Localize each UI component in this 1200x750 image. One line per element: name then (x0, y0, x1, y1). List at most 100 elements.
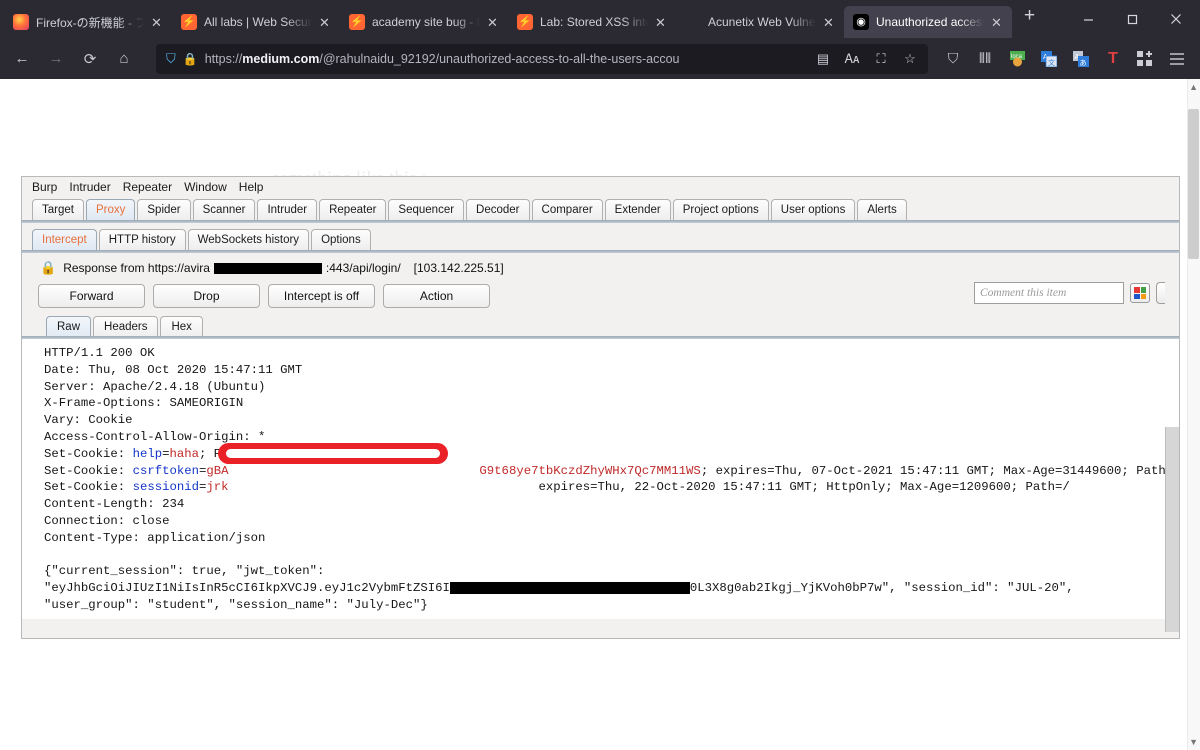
scroll-up-arrow-icon[interactable]: ▲ (1189, 82, 1198, 92)
menu-item-window[interactable]: Window (184, 180, 227, 194)
swatch-red (1134, 287, 1140, 293)
tab-title: Lab: Stored XSS into H (540, 15, 648, 29)
tab-project-options[interactable]: Project options (672, 199, 769, 220)
browser-tab-3[interactable]: ⚡ academy site bug - Bu ✕ (340, 6, 508, 38)
star-icon[interactable]: ☆ (899, 51, 921, 67)
browser-tab-2[interactable]: ⚡ All labs | Web Security ✕ (172, 6, 340, 38)
comment-input[interactable]: Comment this item (974, 282, 1124, 304)
reader-view-icon[interactable]: ▤ (812, 51, 834, 67)
tab-title: Unauthorized access to (876, 15, 984, 29)
close-icon[interactable] (1154, 0, 1198, 38)
tab-options[interactable]: Options (311, 229, 371, 250)
close-icon[interactable]: ✕ (823, 16, 837, 29)
tab-spider[interactable]: Spider (137, 199, 191, 220)
library-icon[interactable]: ⦀⦀ (970, 44, 1000, 74)
close-icon[interactable]: ✕ (151, 16, 165, 29)
action-button[interactable]: Action (383, 284, 490, 308)
hamburger-menu-icon[interactable] (1162, 44, 1192, 74)
tab-decoder[interactable]: Decoder (466, 199, 530, 220)
close-icon[interactable]: ✕ (319, 16, 333, 29)
tab-comparer[interactable]: Comparer (531, 199, 603, 220)
response-status-line: HTTP/1.1 200 OK (44, 346, 155, 360)
burp-response-scrollbar[interactable] (1165, 427, 1179, 638)
tab-extender[interactable]: Extender (604, 199, 671, 220)
padlock-icon[interactable]: 🔒 (183, 52, 198, 66)
page-scrollbar[interactable]: ▲ ▼ (1187, 79, 1200, 750)
browser-tab-4[interactable]: ⚡ Lab: Stored XSS into H ✕ (508, 6, 676, 38)
menu-item-burp[interactable]: Burp (32, 180, 57, 194)
intercept-button-row: Forward Drop Intercept is off Action Com… (22, 282, 1179, 314)
home-icon[interactable]: ⌂ (108, 44, 140, 74)
cookie-tail: ; expires=Thu, 07-Oct-2021 15:47:11 GMT;… (700, 463, 1179, 478)
scroll-down-arrow-icon[interactable]: ▼ (1189, 737, 1198, 747)
svg-text:あ: あ (1080, 59, 1087, 67)
tab-alerts[interactable]: Alerts (857, 199, 907, 220)
tab-sequencer[interactable]: Sequencer (388, 199, 465, 220)
tab-raw[interactable]: Raw (46, 316, 92, 336)
new-tab-button[interactable]: + (1012, 5, 1047, 33)
close-icon[interactable]: ✕ (991, 16, 1005, 29)
maximize-icon[interactable] (1110, 0, 1154, 38)
close-icon[interactable]: ✕ (655, 16, 669, 29)
url-bar[interactable]: ⛉ 🔒 https://medium.com/@rahulnaidu_92192… (156, 43, 928, 74)
navigation-toolbar: ← → ⟳ ⌂ ⛉ 🔒 https://medium.com/@rahulnai… (0, 38, 1200, 79)
color-swatch-icon[interactable] (1130, 283, 1150, 303)
comment-area: Comment this item (974, 282, 1165, 304)
intercept-toggle-button[interactable]: Intercept is off (268, 284, 375, 308)
shield-icon[interactable]: ⛉ (166, 51, 176, 67)
tab-http-history[interactable]: HTTP history (98, 229, 186, 250)
menu-item-help[interactable]: Help (239, 180, 264, 194)
back-arrow-icon[interactable]: ← (6, 44, 38, 74)
reload-icon[interactable]: ⟳ (74, 44, 106, 74)
tab-intercept[interactable]: Intercept (32, 229, 97, 250)
cookie-tail: expires=Thu, 22-Oct-2020 15:47:11 GMT; H… (538, 480, 1070, 495)
translator-icon[interactable]: A文 (1034, 44, 1064, 74)
response-header-content-length: Content-Length: 234 (44, 497, 185, 512)
request-prefix: Response from https://avira (63, 261, 210, 275)
cookie-value-start: gBA (206, 463, 229, 478)
close-icon[interactable]: ✕ (487, 16, 501, 29)
overflow-control[interactable] (1156, 282, 1165, 304)
swatch-blue (1134, 293, 1140, 299)
tab-websockets-history[interactable]: WebSockets history (187, 229, 310, 250)
tab-user-options[interactable]: User options (770, 199, 856, 220)
tab-hex[interactable]: Hex (160, 316, 203, 336)
tab-headers[interactable]: Headers (93, 316, 159, 336)
response-header-vary: Vary: Cookie (44, 413, 133, 428)
tab-title: Acunetix Web Vulnerability (708, 15, 816, 29)
pocket-icon[interactable]: ⛉ (938, 44, 968, 74)
tab-intruder[interactable]: Intruder (257, 199, 318, 220)
tab-scanner[interactable]: Scanner (192, 199, 256, 220)
forward-button[interactable]: Forward (38, 284, 145, 308)
screenshot-icon[interactable]: ⛶ (870, 51, 892, 67)
menu-item-intruder[interactable]: Intruder (69, 180, 110, 194)
tab-proxy[interactable]: Proxy (85, 199, 136, 220)
swatch-orange (1140, 293, 1146, 299)
minimize-icon[interactable] (1066, 0, 1110, 38)
text-tool-icon[interactable]: T (1098, 44, 1128, 74)
tab-divider (22, 220, 1179, 223)
tab-target[interactable]: Target (32, 199, 84, 220)
locast-icon[interactable]: loca (1002, 44, 1032, 74)
response-body-viewer[interactable]: HTTP/1.1 200 OK Date: Thu, 08 Oct 2020 1… (22, 339, 1179, 619)
drop-button[interactable]: Drop (153, 284, 260, 308)
forward-arrow-icon[interactable]: → (40, 44, 72, 74)
response-header-date: Date: Thu, 08 Oct 2020 15:47:11 GMT (44, 362, 303, 377)
extensions-grid-icon[interactable] (1130, 44, 1160, 74)
url-text[interactable]: https://medium.com/@rahulnaidu_92192/una… (205, 52, 805, 66)
padlock-icon: 🔒 (40, 260, 57, 275)
tab-strip: Firefox-の新機能 - プラィ ✕ ⚡ All labs | Web Se… (0, 0, 1200, 38)
dictionary-icon[interactable]: Aあ (1066, 44, 1096, 74)
menu-item-repeater[interactable]: Repeater (123, 180, 172, 194)
browser-tab-1[interactable]: Firefox-の新機能 - プラィ ✕ (4, 6, 172, 38)
intercepted-request-line: 🔒 Response from https://avira :443/api/l… (22, 253, 1179, 282)
svg-text:文: 文 (1048, 58, 1055, 67)
translate-icon[interactable]: 🗛 (841, 51, 863, 67)
scrollbar-thumb[interactable] (1188, 109, 1199, 259)
browser-tab-6-active[interactable]: ◉ Unauthorized access to ✕ (844, 6, 1012, 38)
browser-tab-5[interactable]: Acunetix Web Vulnerability ✕ (676, 6, 844, 38)
tab-repeater[interactable]: Repeater (319, 199, 387, 220)
burp-view-tabs: Raw Headers Hex (22, 314, 1179, 336)
cookie-value-end: G9t68ye7tbKczdZhyWHx7Qc7MM11WS (479, 463, 701, 478)
burp-window-bottom-edge (22, 632, 1179, 638)
